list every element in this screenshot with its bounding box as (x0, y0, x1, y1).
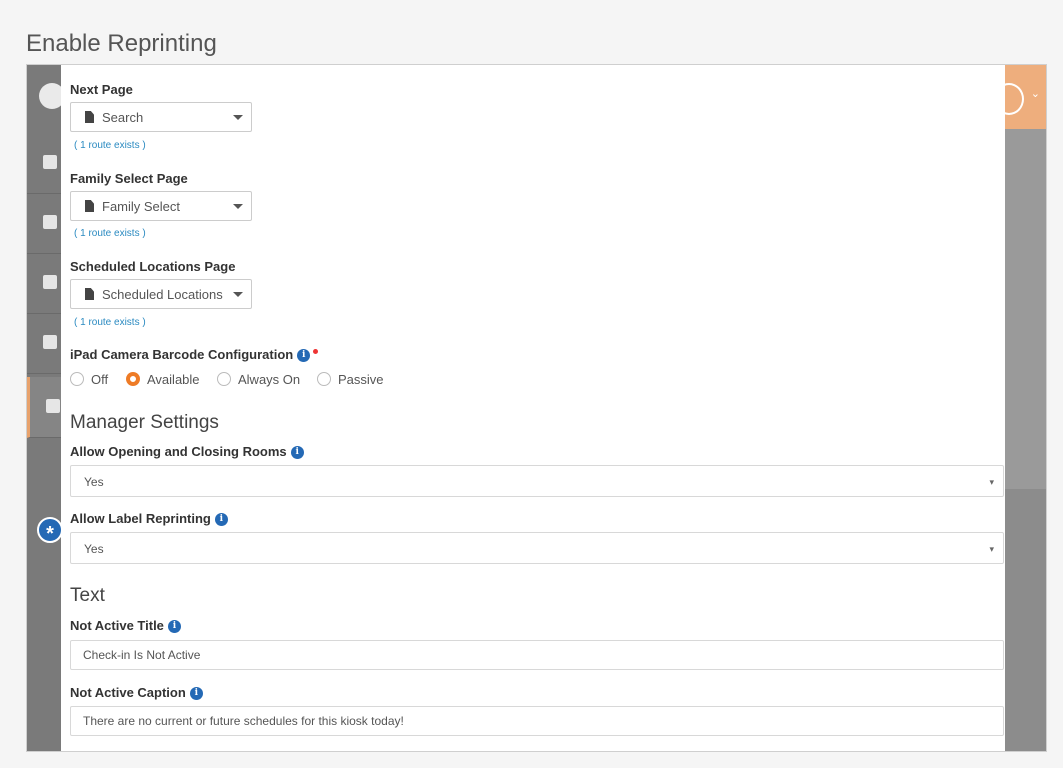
scheduled-locations-page-value: Scheduled Locations (102, 287, 223, 302)
screenshot-frame: ⌄ Next Page Search ( 1 route exists ) Fa… (26, 64, 1047, 752)
sidebar-item-admin[interactable] (27, 377, 64, 438)
family-select-route-link[interactable]: ( 1 route exists ) (74, 228, 146, 239)
family-select-page-label: Family Select Page (70, 171, 188, 186)
radio-label: Off (91, 372, 109, 387)
allow-reprint-label: Allow Label Reprinting i (70, 511, 228, 527)
sidebar-item-tools[interactable] (27, 313, 61, 374)
scheduled-locations-page-picker[interactable]: Scheduled Locations (70, 279, 252, 309)
info-icon[interactable]: i (214, 513, 228, 527)
allow-rooms-label: Allow Opening and Closing Rooms i (70, 444, 304, 460)
scheduled-locations-route-link[interactable]: ( 1 route exists ) (74, 317, 146, 328)
briefcase-icon (46, 399, 60, 413)
person-icon (43, 215, 57, 229)
file-icon (85, 111, 94, 123)
not-active-title-input[interactable] (70, 640, 1004, 670)
manager-settings-heading: Manager Settings (70, 412, 219, 433)
file-icon (85, 200, 94, 212)
required-indicator (313, 349, 319, 354)
allow-rooms-label-text: Allow Opening and Closing Rooms (70, 444, 287, 459)
page-title: Enable Reprinting (26, 30, 217, 57)
next-page-route-link[interactable]: ( 1 route exists ) (74, 140, 146, 151)
barcode-config-label: iPad Camera Barcode Configuration i (70, 347, 319, 363)
family-select-page-picker[interactable]: Family Select (70, 191, 252, 221)
barcode-config-label-text: iPad Camera Barcode Configuration (70, 347, 294, 362)
next-page-value: Search (102, 110, 144, 125)
allow-reprint-label-text: Allow Label Reprinting (70, 511, 211, 526)
scheduled-locations-page-label: Scheduled Locations Page (70, 259, 236, 274)
chevron-down-icon[interactable]: ⌄ (1031, 87, 1040, 100)
radio-circle[interactable] (217, 372, 231, 386)
radio-circle[interactable] (317, 372, 331, 386)
info-icon[interactable]: i (189, 687, 203, 701)
radio-circle-selected[interactable] (126, 372, 140, 386)
allow-rooms-select[interactable]: Yes ▾ (70, 465, 1004, 497)
sidebar-item-finance[interactable] (27, 253, 61, 314)
not-active-caption-label-text: Not Active Caption (70, 685, 186, 700)
caret-down-icon: ▾ (989, 544, 994, 554)
wrench-icon (43, 335, 57, 349)
caret-down-icon (233, 292, 243, 297)
caret-down-icon (233, 204, 243, 209)
money-icon (43, 275, 57, 289)
block-settings-modal: Next Page Search ( 1 route exists ) Fami… (61, 65, 1005, 751)
not-active-title-label: Not Active Title i (70, 618, 181, 634)
next-page-picker[interactable]: Search (70, 102, 252, 132)
info-icon[interactable]: i (167, 620, 181, 634)
radio-label: Passive (338, 372, 384, 387)
file-icon (85, 288, 94, 300)
radio-label: Available (147, 372, 200, 387)
text-section-heading: Text (70, 585, 105, 606)
app-sidebar (27, 65, 65, 751)
asterisk-callout-icon: * (37, 517, 63, 545)
radio-label: Always On (238, 372, 301, 387)
info-icon[interactable]: i (290, 446, 304, 460)
info-icon[interactable]: i (297, 349, 311, 363)
not-active-caption-input[interactable] (70, 706, 1004, 736)
sidebar-item-dashboard[interactable] (27, 133, 61, 194)
app-panel-backdrop (1003, 129, 1046, 489)
not-active-caption-label: Not Active Caption i (70, 685, 203, 701)
sidebar-item-people[interactable] (27, 193, 61, 254)
allow-reprint-value: Yes (84, 542, 104, 556)
document-icon (43, 155, 57, 169)
not-active-title-label-text: Not Active Title (70, 618, 164, 633)
allow-reprint-select[interactable]: Yes ▾ (70, 532, 1004, 564)
caret-down-icon (233, 115, 243, 120)
family-select-page-value: Family Select (102, 199, 181, 214)
caret-down-icon: ▾ (989, 477, 994, 487)
allow-rooms-value: Yes (84, 475, 104, 489)
next-page-label: Next Page (70, 82, 133, 97)
radio-circle[interactable] (70, 372, 84, 386)
